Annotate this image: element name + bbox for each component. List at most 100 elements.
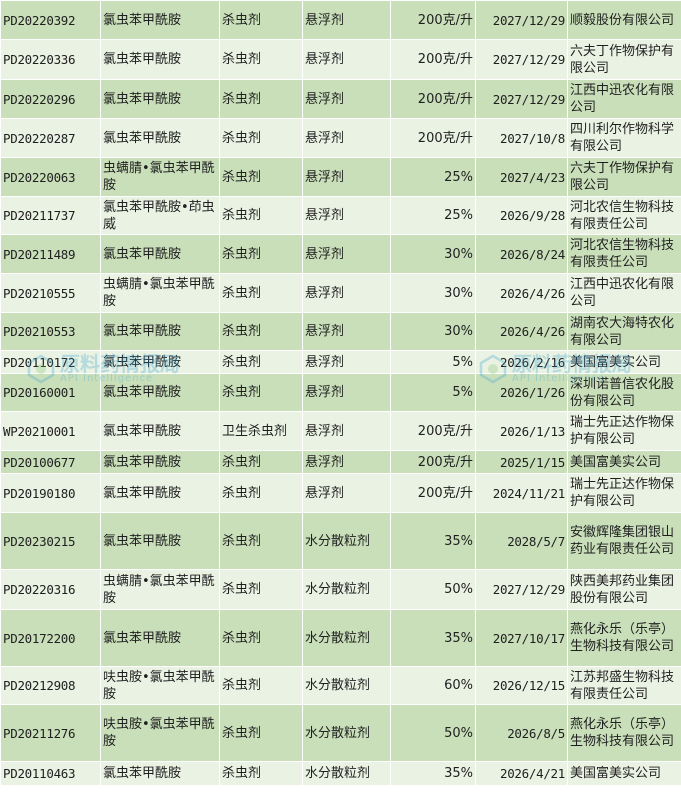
expiry-date-cell: 2026/2/16 — [475, 350, 568, 374]
expiry-date-cell: 2027/4/23 — [475, 157, 568, 197]
formulation-cell: 悬浮剂 — [302, 312, 391, 351]
category-cell: 杀虫剂 — [219, 196, 303, 235]
content-cell: 60% — [390, 666, 476, 705]
expiry-date-cell: 2027/12/29 — [475, 569, 568, 610]
company-cell: 瑞士先正达作物保护有限公司 — [567, 411, 681, 451]
formulation-cell: 悬浮剂 — [302, 79, 391, 119]
category-cell: 杀虫剂 — [219, 512, 303, 570]
registration-number-cell: PD20212908 — [0, 666, 101, 705]
content-cell: 5% — [390, 373, 476, 412]
table-row: PD20211489 氯虫苯甲酰胺 杀虫剂 悬浮剂 30% 2026/8/24 河北农信生物… — [0, 234, 681, 274]
content-cell: 50% — [390, 569, 476, 610]
formulation-cell: 水分散粒剂 — [302, 569, 391, 610]
table-row: PD20210555 虫螨腈•氯虫苯甲酰胺 杀虫剂 悬浮剂 30% 2026/4/26 江西… — [0, 273, 681, 313]
expiry-date-cell: 2026/8/24 — [475, 234, 568, 274]
category-cell: 杀虫剂 — [219, 450, 303, 474]
registration-number-cell: PD20220296 — [0, 79, 101, 119]
formulation-cell: 悬浮剂 — [302, 0, 391, 40]
content-cell: 25% — [390, 196, 476, 235]
active-ingredient-cell: 氯虫苯甲酰胺 — [100, 373, 220, 412]
table-body: PD20220392 氯虫苯甲酰胺 杀虫剂 悬浮剂 200克/升 2027/12/29 顺毅… — [0, 0, 681, 786]
registration-number-cell: PD20211489 — [0, 234, 101, 274]
registration-number-cell: PD20211737 — [0, 196, 101, 235]
active-ingredient-cell: 氯虫苯甲酰胺 — [100, 761, 220, 786]
active-ingredient-cell: 虫螨腈•氯虫苯甲酰胺 — [100, 157, 220, 197]
registration-number-cell: PD20172200 — [0, 609, 101, 667]
company-cell: 六夫丁作物保护有限公司 — [567, 157, 681, 197]
expiry-date-cell: 2026/4/21 — [475, 761, 568, 786]
content-cell: 30% — [390, 312, 476, 351]
expiry-date-cell: 2027/10/17 — [475, 609, 568, 667]
content-cell: 5% — [390, 350, 476, 374]
company-cell: 江西中迅农化有限公司 — [567, 79, 681, 119]
expiry-date-cell: 2027/12/29 — [475, 79, 568, 119]
table-row: PD20210553 氯虫苯甲酰胺 杀虫剂 悬浮剂 30% 2026/4/26 湖南农大海特… — [0, 312, 681, 351]
content-cell: 200克/升 — [390, 79, 476, 119]
content-cell: 30% — [390, 234, 476, 274]
registration-table: PD20220392 氯虫苯甲酰胺 杀虫剂 悬浮剂 200克/升 2027/12/29 顺毅… — [0, 0, 681, 786]
table-row: PD20100677 氯虫苯甲酰胺 杀虫剂 悬浮剂 200克/升 2025/1/15 美国富… — [0, 450, 681, 474]
table-row: PD20220392 氯虫苯甲酰胺 杀虫剂 悬浮剂 200克/升 2027/12/29 顺毅… — [0, 0, 681, 40]
registration-table-view: PD20220392 氯虫苯甲酰胺 杀虫剂 悬浮剂 200克/升 2027/12/29 顺毅… — [0, 0, 681, 795]
category-cell: 杀虫剂 — [219, 666, 303, 705]
formulation-cell: 悬浮剂 — [302, 234, 391, 274]
active-ingredient-cell: 氯虫苯甲酰胺•茚虫威 — [100, 196, 220, 235]
registration-number-cell: PD20160001 — [0, 373, 101, 412]
registration-number-cell: PD20190180 — [0, 473, 101, 513]
company-cell: 河北农信生物科技有限责任公司 — [567, 196, 681, 235]
active-ingredient-cell: 虫螨腈•氯虫苯甲酰胺 — [100, 273, 220, 313]
table-row: WP20210001 氯虫苯甲酰胺 卫生杀虫剂 悬浮剂 200克/升 2026/1/13 瑞… — [0, 411, 681, 451]
category-cell: 杀虫剂 — [219, 704, 303, 762]
company-cell: 湖南农大海特农化有限公司 — [567, 312, 681, 351]
active-ingredient-cell: 虫螨腈•氯虫苯甲酰胺 — [100, 569, 220, 610]
expiry-date-cell: 2026/4/26 — [475, 273, 568, 313]
company-cell: 瑞士先正达作物保护有限公司 — [567, 473, 681, 513]
content-cell: 200克/升 — [390, 411, 476, 451]
company-cell: 江西中迅农化有限公司 — [567, 273, 681, 313]
category-cell: 杀虫剂 — [219, 373, 303, 412]
table-row: PD20220287 氯虫苯甲酰胺 杀虫剂 悬浮剂 200克/升 2027/10/8 四川利… — [0, 118, 681, 158]
active-ingredient-cell: 氯虫苯甲酰胺 — [100, 450, 220, 474]
category-cell: 卫生杀虫剂 — [219, 411, 303, 451]
active-ingredient-cell: 氯虫苯甲酰胺 — [100, 234, 220, 274]
table-row: PD20190180 氯虫苯甲酰胺 杀虫剂 悬浮剂 200克/升 2024/11/21 瑞士… — [0, 473, 681, 513]
registration-number-cell: PD20100677 — [0, 450, 101, 474]
registration-number-cell: PD20210555 — [0, 273, 101, 313]
content-cell: 200克/升 — [390, 39, 476, 80]
company-cell: 河北农信生物科技有限责任公司 — [567, 234, 681, 274]
expiry-date-cell: 2027/12/29 — [475, 0, 568, 40]
formulation-cell: 悬浮剂 — [302, 411, 391, 451]
category-cell: 杀虫剂 — [219, 0, 303, 40]
active-ingredient-cell: 呋虫胺•氯虫苯甲酰胺 — [100, 666, 220, 705]
expiry-date-cell: 2026/4/26 — [475, 312, 568, 351]
active-ingredient-cell: 氯虫苯甲酰胺 — [100, 79, 220, 119]
active-ingredient-cell: 氯虫苯甲酰胺 — [100, 0, 220, 40]
company-cell: 美国富美实公司 — [567, 350, 681, 374]
active-ingredient-cell: 氯虫苯甲酰胺 — [100, 512, 220, 570]
formulation-cell: 悬浮剂 — [302, 196, 391, 235]
expiry-date-cell: 2026/1/13 — [475, 411, 568, 451]
active-ingredient-cell: 氯虫苯甲酰胺 — [100, 118, 220, 158]
table-row: PD20110172 氯虫苯甲酰胺 杀虫剂 悬浮剂 5% 2026/2/16 美国富美实公司 — [0, 350, 681, 374]
content-cell: 200克/升 — [390, 0, 476, 40]
formulation-cell: 悬浮剂 — [302, 118, 391, 158]
content-cell: 35% — [390, 761, 476, 786]
company-cell: 陕西美邦药业集团股份有限公司 — [567, 569, 681, 610]
registration-number-cell: PD20230215 — [0, 512, 101, 570]
expiry-date-cell: 2028/5/7 — [475, 512, 568, 570]
company-cell: 深圳诺普信农化股份有限公司 — [567, 373, 681, 412]
expiry-date-cell: 2027/12/29 — [475, 39, 568, 80]
content-cell: 25% — [390, 157, 476, 197]
formulation-cell: 悬浮剂 — [302, 39, 391, 80]
category-cell: 杀虫剂 — [219, 609, 303, 667]
category-cell: 杀虫剂 — [219, 350, 303, 374]
table-row: PD20220296 氯虫苯甲酰胺 杀虫剂 悬浮剂 200克/升 2027/12/29 江西… — [0, 79, 681, 119]
registration-number-cell: PD20220316 — [0, 569, 101, 610]
registration-number-cell: PD20110463 — [0, 761, 101, 786]
content-cell: 200克/升 — [390, 450, 476, 474]
company-cell: 美国富美实公司 — [567, 450, 681, 474]
company-cell: 六夫丁作物保护有限公司 — [567, 39, 681, 80]
category-cell: 杀虫剂 — [219, 157, 303, 197]
company-cell: 顺毅股份有限公司 — [567, 0, 681, 40]
formulation-cell: 水分散粒剂 — [302, 512, 391, 570]
